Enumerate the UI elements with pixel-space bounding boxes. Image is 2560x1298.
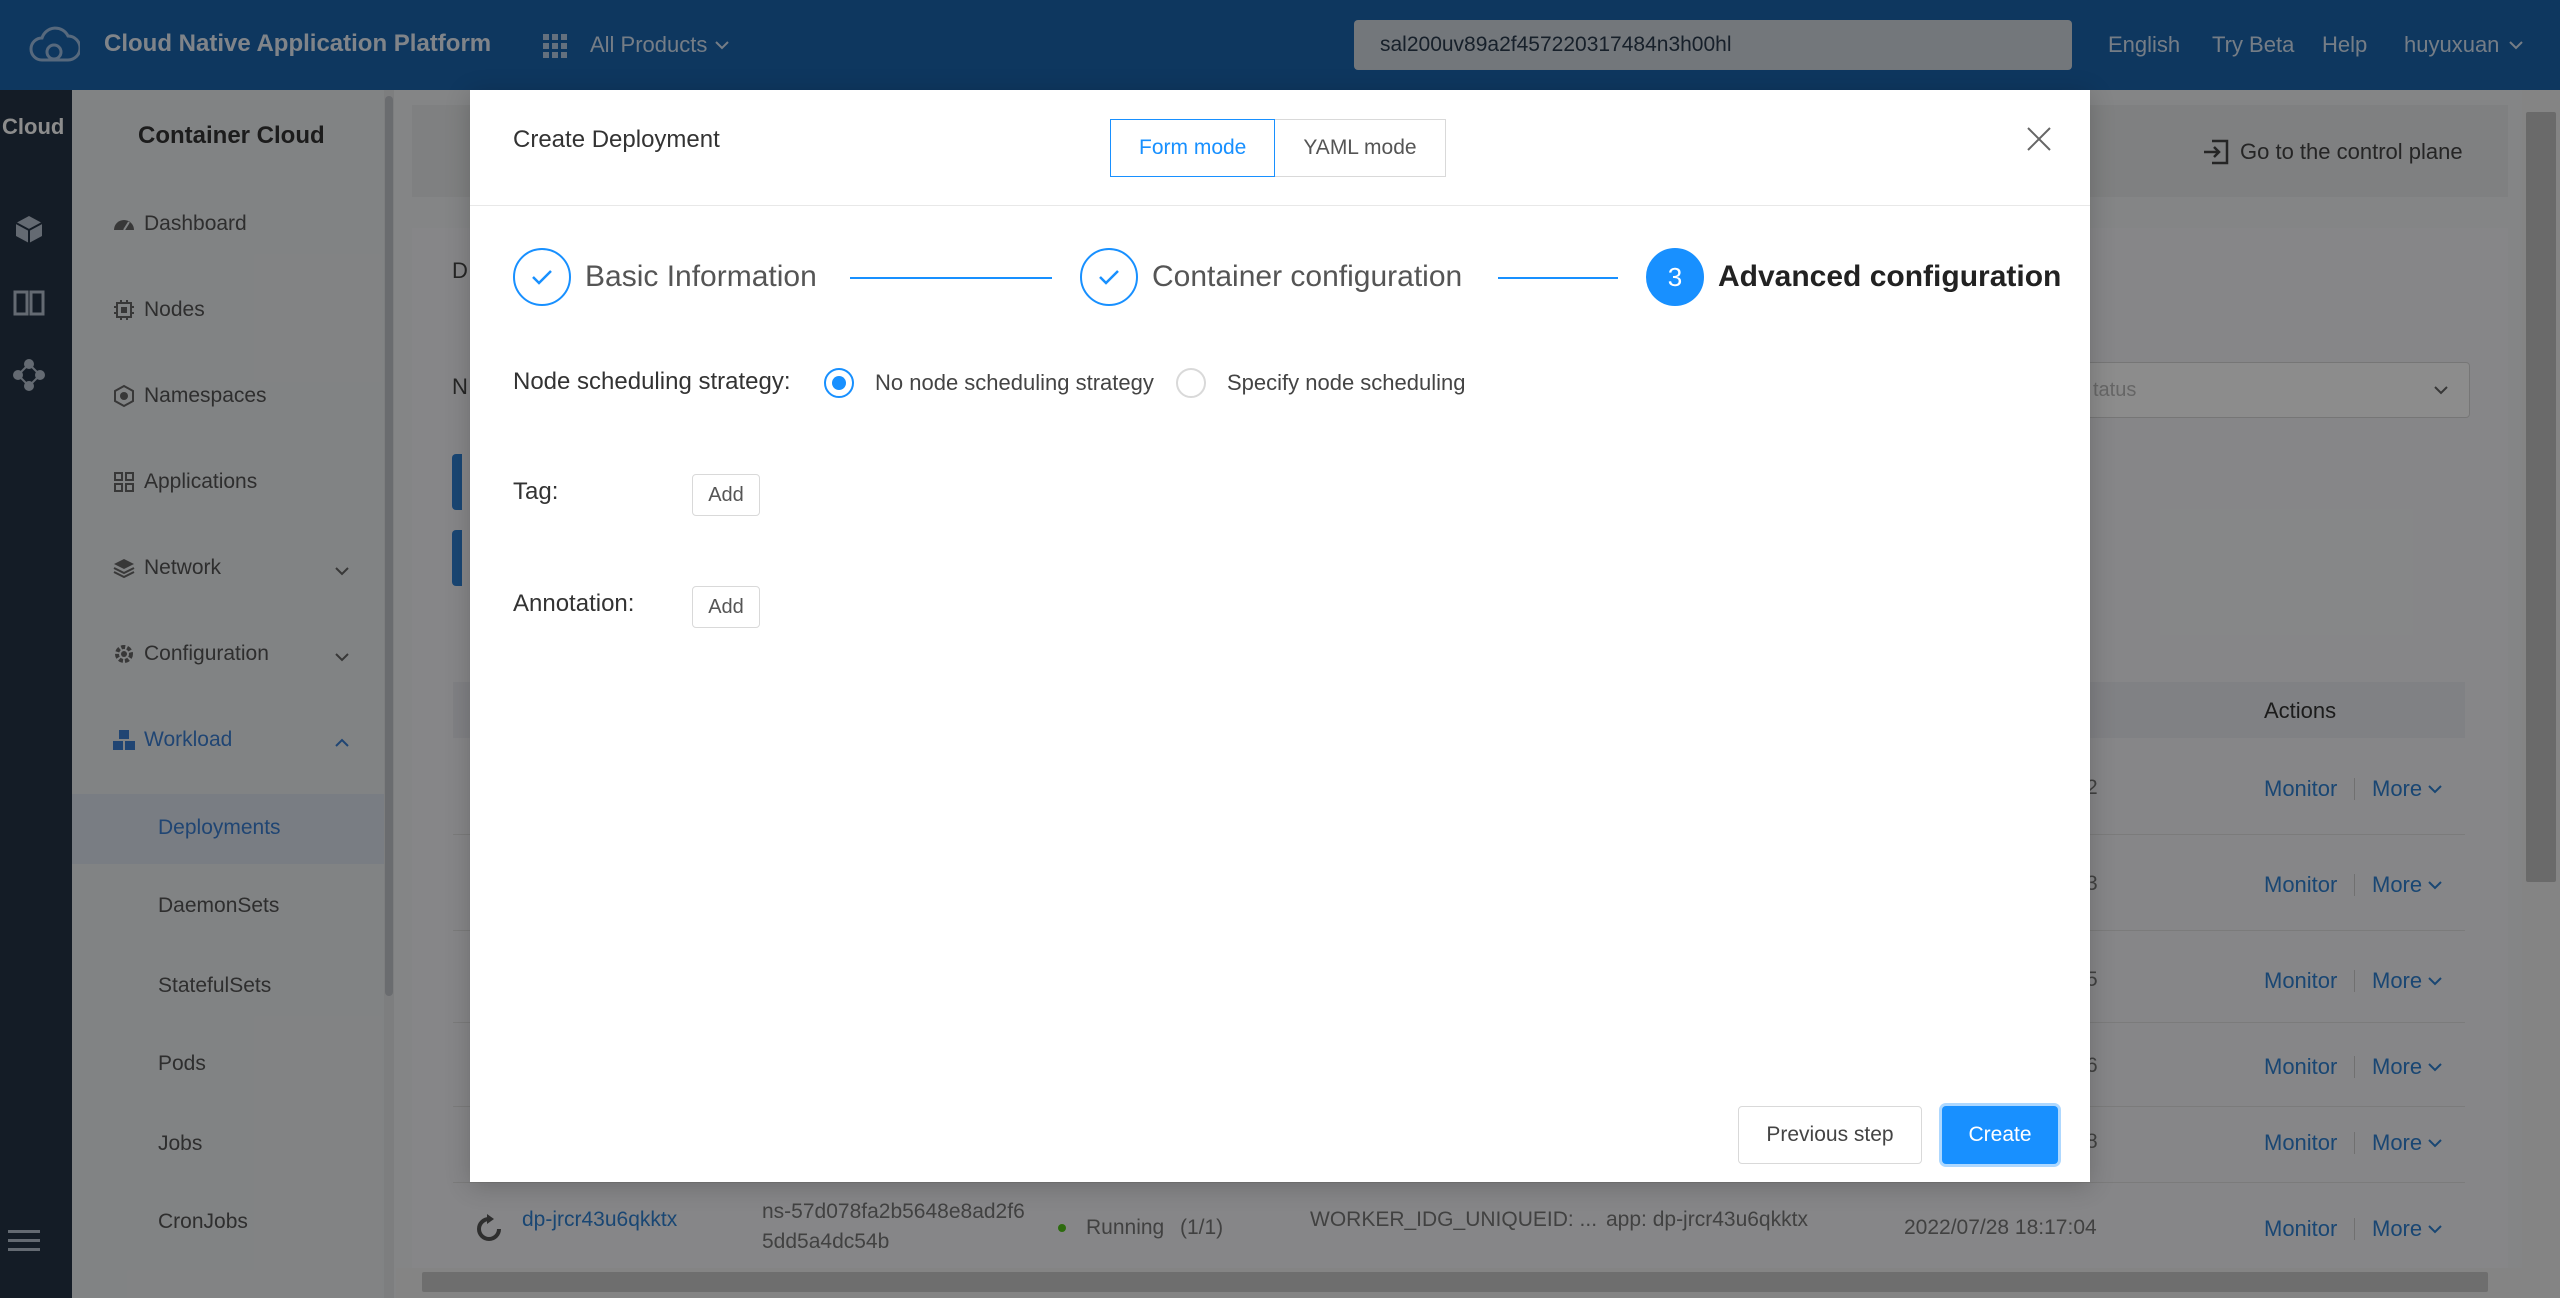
previous-step-button[interactable]: Previous step xyxy=(1738,1106,1922,1164)
mode-switch: Form mode YAML mode xyxy=(1110,119,1446,177)
tag-label: Tag: xyxy=(513,478,559,505)
step-2-label: Container configuration xyxy=(1152,260,1463,293)
no-node-scheduling-radio[interactable] xyxy=(824,368,854,398)
create-button[interactable]: Create xyxy=(1942,1106,2058,1164)
step-connector xyxy=(850,277,1052,279)
step-3-current-circle: 3 xyxy=(1646,248,1704,306)
close-icon[interactable] xyxy=(2024,124,2054,154)
specify-node-scheduling-radio[interactable] xyxy=(1176,368,1206,398)
specify-node-scheduling-label[interactable]: Specify node scheduling xyxy=(1227,370,1466,396)
create-deployment-dialog: Create Deployment Form mode YAML mode Ba… xyxy=(470,90,2090,1182)
annotation-label: Annotation: xyxy=(513,590,635,617)
check-icon xyxy=(532,270,552,285)
dialog-header: Create Deployment Form mode YAML mode xyxy=(470,90,2090,206)
step-connector xyxy=(1498,277,1618,279)
form-mode-button[interactable]: Form mode xyxy=(1110,119,1276,177)
check-icon xyxy=(1099,270,1119,285)
node-scheduling-label: Node scheduling strategy: xyxy=(513,368,791,395)
step-2-done-circle xyxy=(1080,248,1138,306)
yaml-mode-button[interactable]: YAML mode xyxy=(1275,119,1446,177)
step-3-label: Advanced configuration xyxy=(1718,260,2062,293)
add-annotation-button[interactable]: Add xyxy=(692,586,760,628)
no-node-scheduling-label[interactable]: No node scheduling strategy xyxy=(875,370,1154,396)
add-tag-button[interactable]: Add xyxy=(692,474,760,516)
step-1-done-circle xyxy=(513,248,571,306)
step-1-label: Basic Information xyxy=(585,260,817,293)
dialog-title: Create Deployment xyxy=(513,126,720,153)
